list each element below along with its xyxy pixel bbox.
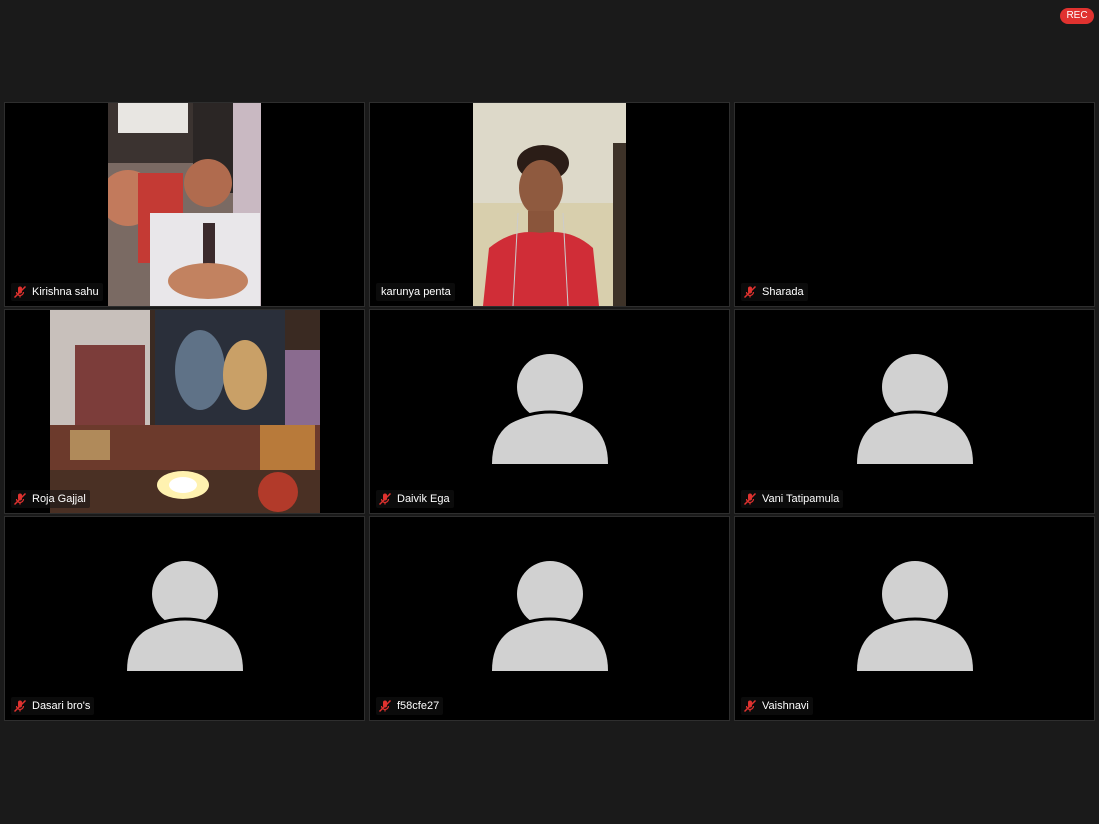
participant-name: f58cfe27 (397, 700, 440, 712)
muted-mic-icon (13, 285, 27, 299)
muted-mic-icon (378, 492, 392, 506)
avatar-placeholder-icon (492, 561, 608, 671)
participant-name: Vaishnavi (762, 700, 809, 712)
muted-mic-icon (743, 285, 757, 299)
participant-name: Kirishna sahu (32, 286, 99, 298)
participant-name: Vani Tatipamula (762, 493, 840, 505)
participant-video (50, 310, 320, 513)
gallery-view: Kirishna sahu karunya penta Sharada Roja… (5, 103, 1094, 720)
participant-name: karunya penta (381, 286, 451, 298)
muted-mic-icon (13, 699, 27, 713)
name-label: Dasari bro's (11, 697, 95, 715)
avatar-placeholder-icon (857, 354, 973, 464)
name-label: Vaishnavi (741, 697, 813, 715)
participant-tile[interactable]: Vaishnavi (735, 517, 1094, 720)
participant-name: Dasari bro's (32, 700, 91, 712)
recording-badge: REC (1060, 8, 1094, 24)
participant-tile[interactable]: Daivik Ega (370, 310, 729, 513)
muted-mic-icon (378, 699, 392, 713)
name-label: Vani Tatipamula (741, 490, 844, 508)
participant-video (473, 103, 626, 306)
participant-tile[interactable]: Dasari bro's (5, 517, 364, 720)
name-label: f58cfe27 (376, 697, 444, 715)
participant-tile[interactable]: Sharada (735, 103, 1094, 306)
name-label: Daivik Ega (376, 490, 454, 508)
participant-name: Daivik Ega (397, 493, 450, 505)
participant-tile[interactable]: karunya penta (370, 103, 729, 306)
muted-mic-icon (13, 492, 27, 506)
avatar-placeholder-icon (857, 561, 973, 671)
name-label: Sharada (741, 283, 808, 301)
participant-name: Roja Gajjal (32, 493, 86, 505)
name-label: Kirishna sahu (11, 283, 103, 301)
participant-video (108, 103, 261, 306)
participant-tile[interactable]: Vani Tatipamula (735, 310, 1094, 513)
name-label: Roja Gajjal (11, 490, 90, 508)
participant-tile[interactable]: Roja Gajjal (5, 310, 364, 513)
participant-tile[interactable]: Kirishna sahu (5, 103, 364, 306)
name-label: karunya penta (376, 283, 455, 301)
muted-mic-icon (743, 492, 757, 506)
muted-mic-icon (743, 699, 757, 713)
participant-name: Sharada (762, 286, 804, 298)
participant-tile[interactable]: f58cfe27 (370, 517, 729, 720)
avatar-placeholder-icon (127, 561, 243, 671)
avatar-placeholder-icon (492, 354, 608, 464)
